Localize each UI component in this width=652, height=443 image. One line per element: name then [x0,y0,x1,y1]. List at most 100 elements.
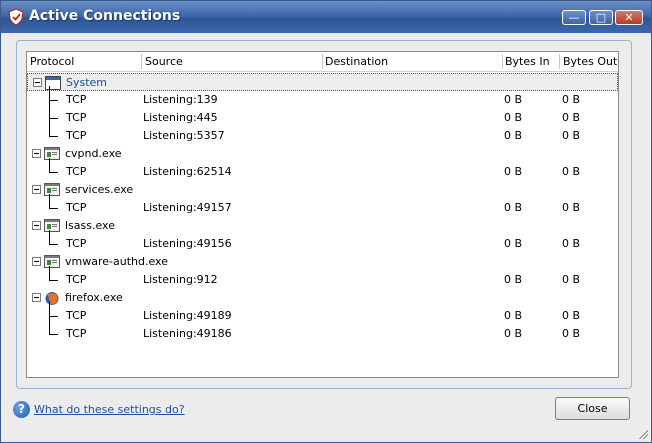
cell-bytes-in: 0 B [504,237,523,250]
resize-grip[interactable] [638,429,648,439]
cell-bytes-in: 0 B [504,111,523,124]
column-divider[interactable] [502,54,503,69]
connection-row[interactable]: TCP Listening:49189 0 B 0 B [27,302,618,325]
column-divider[interactable] [322,54,323,69]
window-title: Active Connections [29,8,181,24]
tree-branch [49,208,58,209]
column-divider[interactable] [141,54,142,69]
tree-branch [49,136,58,137]
app-icon [44,183,60,196]
cell-source: Listening:49157 [143,201,232,214]
close-window-button[interactable]: ✕ [615,10,643,25]
process-name: System [66,76,108,89]
cell-protocol: TCP [66,93,87,106]
process-name: lsass.exe [65,219,115,232]
cell-bytes-out: 0 B [562,237,581,250]
close-icon: ✕ [624,11,634,24]
close-button[interactable]: Close [555,397,630,420]
title-bar[interactable]: Active Connections — □ ✕ [1,1,651,33]
cell-source: Listening:912 [143,273,218,286]
minimize-icon: — [568,11,580,24]
process-name: cvpnd.exe [65,147,122,160]
collapse-toggle-icon[interactable] [33,78,42,87]
connection-row[interactable]: TCP Listening:5357 0 B 0 B [27,122,618,145]
collapse-toggle-icon[interactable] [32,293,41,302]
cell-bytes-out: 0 B [562,93,581,106]
process-row[interactable]: lsass.exe [27,217,618,235]
tree-branch [49,100,58,101]
process-row[interactable]: services.exe [27,181,618,199]
cell-bytes-out: 0 B [562,129,581,142]
connection-row[interactable]: TCP Listening:912 0 B 0 B [27,266,618,289]
cell-source: Listening:139 [143,93,218,106]
minimize-button[interactable]: — [562,10,586,25]
cell-bytes-in: 0 B [504,129,523,142]
tree-line [49,122,50,136]
app-icon [44,219,60,232]
collapse-toggle-icon[interactable] [32,257,41,266]
cell-protocol: TCP [66,165,87,178]
cell-protocol: TCP [66,309,87,322]
maximize-button[interactable]: □ [589,10,613,25]
cell-bytes-out: 0 B [562,201,581,214]
cell-protocol: TCP [66,237,87,250]
tree-line [49,320,50,334]
tree-line [49,194,50,208]
collapse-toggle-icon[interactable] [32,149,41,158]
cell-protocol: TCP [66,327,87,340]
cell-source: Listening:49186 [143,327,232,340]
app-icon [44,147,60,160]
firefox-icon [44,291,60,305]
column-bytes-out[interactable]: Bytes Out [563,55,617,68]
column-protocol[interactable]: Protocol [30,55,74,68]
process-name: services.exe [65,183,134,196]
cell-source: Listening:49156 [143,237,232,250]
cell-bytes-in: 0 B [504,273,523,286]
connection-row[interactable]: TCP Listening:445 0 B 0 B [27,104,618,127]
help-link[interactable]: What do these settings do? [34,403,185,416]
shield-icon [8,8,24,26]
cell-bytes-out: 0 B [562,327,581,340]
tree-branch [49,244,58,245]
process-row[interactable]: System [27,73,618,91]
cell-bytes-out: 0 B [562,165,581,178]
process-name: firefox.exe [65,291,123,304]
tree-branch [49,280,58,281]
cell-protocol: TCP [66,273,87,286]
connection-row[interactable]: TCP Listening:139 0 B 0 B [27,86,618,109]
connection-row[interactable]: TCP Listening:62514 0 B 0 B [27,158,618,181]
connections-list[interactable]: Protocol Source Destination Bytes In Byt… [26,51,619,378]
help-icon[interactable]: ? [13,401,30,418]
connection-row[interactable]: TCP Listening:49156 0 B 0 B [27,230,618,253]
column-source[interactable]: Source [145,55,183,68]
tree-branch [49,316,58,317]
process-row[interactable]: cvpnd.exe [27,145,618,163]
active-connections-window: Active Connections — □ ✕ Protocol Source… [0,0,652,443]
process-row[interactable]: vmware-authd.exe [27,253,618,271]
column-destination[interactable]: Destination [325,55,388,68]
cell-source: Listening:62514 [143,165,232,178]
collapse-toggle-icon[interactable] [32,185,41,194]
tree-branch [49,172,58,173]
cell-bytes-in: 0 B [504,201,523,214]
window-icon [45,76,61,90]
list-header: Protocol Source Destination Bytes In Byt… [27,52,618,72]
process-row[interactable]: firefox.exe [27,289,618,307]
tree-line [49,230,50,244]
cell-protocol: TCP [66,201,87,214]
column-bytes-in[interactable]: Bytes In [505,55,550,68]
connection-row[interactable]: TCP Listening:49157 0 B 0 B [27,194,618,217]
tree-line [49,266,50,280]
cell-bytes-in: 0 B [504,165,523,178]
cell-bytes-in: 0 B [504,327,523,340]
connection-row[interactable]: TCP Listening:49186 0 B 0 B [27,320,618,343]
collapse-toggle-icon[interactable] [32,221,41,230]
tree-line [49,158,50,172]
tree-branch [49,118,58,119]
cell-source: Listening:5357 [143,129,225,142]
column-divider[interactable] [559,54,560,69]
cell-bytes-out: 0 B [562,309,581,322]
cell-bytes-in: 0 B [504,309,523,322]
cell-bytes-out: 0 B [562,273,581,286]
cell-bytes-out: 0 B [562,111,581,124]
